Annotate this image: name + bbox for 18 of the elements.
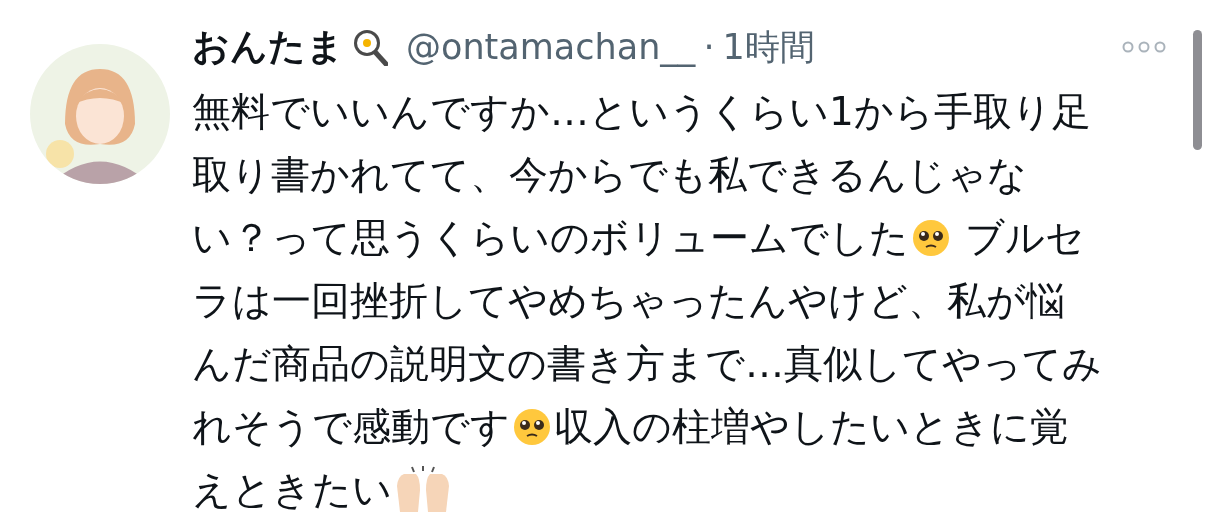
- scrollbar[interactable]: [1193, 30, 1202, 150]
- tweet-text: ラは一回挫折してやめちゃったんやけど、私が悩: [192, 276, 1065, 325]
- post-time[interactable]: 1時間: [722, 23, 815, 71]
- tweet-text: ブルセ: [964, 213, 1086, 262]
- tweet-text: 取り書かれてて、今からでも私できるんじゃな: [192, 150, 1027, 199]
- tweet-text: んだ商品の説明文の書き方まで…真似してやってみ: [192, 339, 1102, 388]
- separator: ·: [703, 27, 715, 67]
- tweet-text: 収入の柱増やしたいときに覚: [554, 402, 1069, 451]
- pleading-face-icon: [911, 217, 951, 258]
- tweet-text: れそうで感動です: [192, 402, 510, 451]
- author-name[interactable]: おんたま: [192, 22, 344, 72]
- author-handle[interactable]: @ontamachan__: [406, 27, 696, 67]
- pleading-face-icon: [512, 406, 552, 447]
- more-icon[interactable]: [1122, 41, 1166, 53]
- frying-pan-icon: [352, 28, 388, 66]
- tweet-text: 無料でいいんですか…というくらい1から手取り足: [192, 87, 1091, 136]
- tweet-text: えときたい: [192, 465, 392, 513]
- tweet-text: い？って思うくらいのボリュームでした: [192, 213, 909, 262]
